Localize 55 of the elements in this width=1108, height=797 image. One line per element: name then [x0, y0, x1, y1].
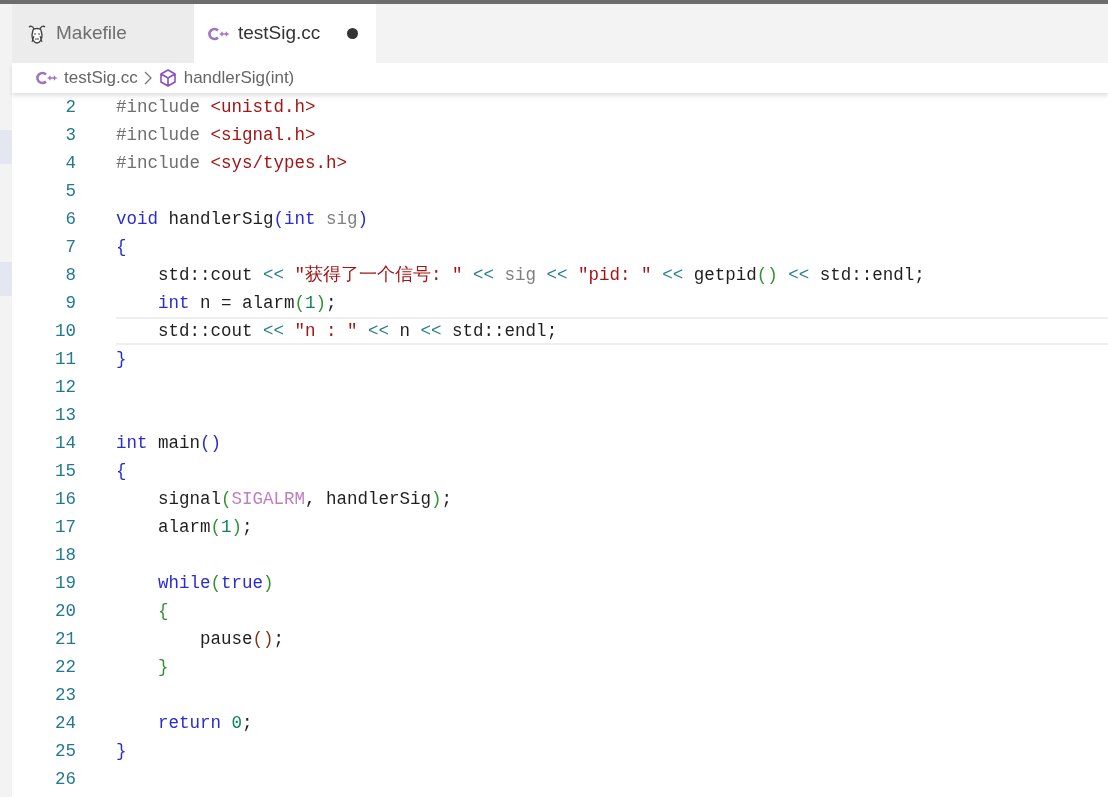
- line-number: 22: [54, 655, 76, 679]
- cpp-file-icon: [36, 71, 58, 85]
- code-line: #include <unistd.h>: [116, 95, 316, 119]
- line-number: 6: [64, 207, 76, 231]
- line-number: 13: [54, 403, 76, 427]
- line-number: 17: [54, 515, 76, 539]
- line-number: 12: [54, 375, 76, 399]
- code-line: #include <sys/types.h>: [116, 151, 348, 175]
- code-line: pause();: [199, 627, 285, 651]
- editor-tab[interactable]: testSig.cc: [194, 4, 376, 63]
- code-line: {: [116, 459, 127, 483]
- code-line: while(true): [157, 571, 274, 595]
- code-line: }: [116, 347, 127, 371]
- chevron-right-icon: [143, 71, 152, 85]
- code-line: std::cout << "获得了一个信号: " << sig << "pid: " << getpid() << std::endl;: [157, 263, 925, 287]
- line-number: 24: [54, 711, 76, 735]
- code-line: int main(): [116, 431, 222, 455]
- line-number: 20: [54, 599, 76, 623]
- editor-tab[interactable]: Makefile: [12, 4, 194, 63]
- code-line: return 0;: [157, 711, 253, 735]
- code-line: std::cout << "n : " << n << std::endl;: [157, 319, 558, 343]
- line-number: 18: [54, 543, 76, 567]
- code-line: void handlerSig(int sig): [116, 207, 369, 231]
- code-line: #include <signal.h>: [116, 123, 316, 147]
- gnu-head-icon: [26, 22, 48, 45]
- breadcrumb-item[interactable]: handlerSig(int): [183, 65, 295, 91]
- line-number: 19: [54, 571, 76, 595]
- code-line: }: [116, 739, 127, 763]
- tab-label: Makefile: [56, 21, 127, 46]
- line-number: 5: [64, 179, 76, 203]
- code-line: int n = alarm(1);: [157, 291, 337, 315]
- line-number: 15: [54, 459, 76, 483]
- code-line: }: [157, 655, 169, 679]
- cube-icon: [157, 68, 178, 88]
- line-number: 4: [64, 151, 76, 175]
- line-number: 3: [64, 123, 76, 147]
- code-line: signal(SIGALRM, handlerSig);: [157, 487, 453, 511]
- code-line: {: [157, 599, 169, 623]
- line-number: 26: [54, 767, 76, 791]
- line-number: 21: [54, 627, 76, 651]
- line-number: 10: [54, 319, 76, 343]
- tab-label: testSig.cc: [238, 21, 321, 46]
- line-number: 23: [54, 683, 76, 707]
- line-number: 9: [64, 291, 76, 315]
- code-line: {: [116, 235, 127, 259]
- line-number: 11: [54, 347, 76, 371]
- line-number: 16: [54, 487, 76, 511]
- line-number: 14: [54, 431, 76, 455]
- breadcrumb-item[interactable]: testSig.cc: [64, 65, 138, 91]
- cpp-file-icon: [208, 26, 230, 41]
- line-number: 25: [54, 739, 76, 763]
- code-line: alarm(1);: [157, 515, 253, 539]
- line-number: 7: [64, 235, 76, 259]
- line-number: 8: [64, 263, 76, 287]
- line-number: 2: [64, 95, 76, 119]
